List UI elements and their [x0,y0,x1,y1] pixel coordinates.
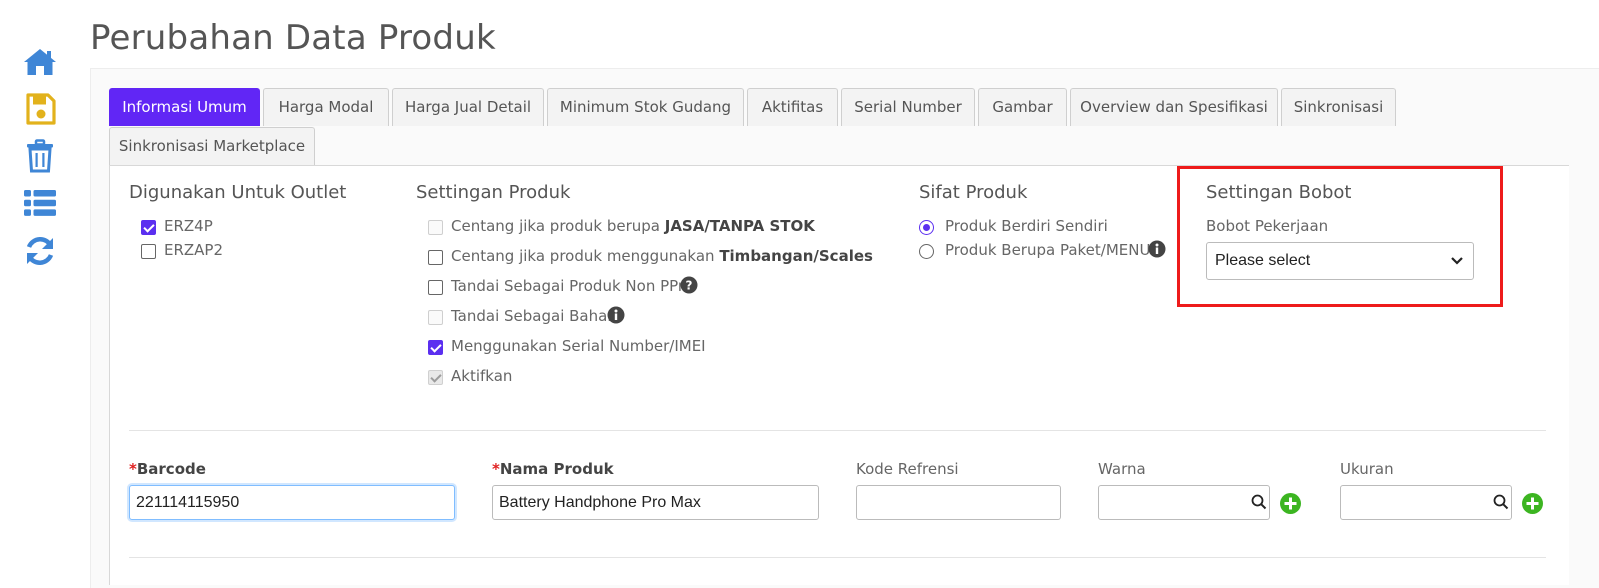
tab-harga-modal[interactable]: Harga Modal [263,88,389,126]
barcode-input[interactable]: 221114115950 [129,485,455,520]
jasa-label: Centang jika produk berupa JASA/TANPA ST… [451,217,815,235]
tab-sinkronisasi-marketplace[interactable]: Sinkronisasi Marketplace [109,127,315,165]
add-warna-plus-icon[interactable] [1280,493,1301,514]
bobot-section-title: Settingan Bobot [1206,182,1352,203]
paket-menu-radio[interactable] [919,244,934,259]
tab-overview-dan-spesifikasi[interactable]: Overview dan Spesifikasi [1070,88,1278,126]
berdiri-sendiri-label: Produk Berdiri Sendiri [945,217,1108,235]
tab-harga-jual-detail[interactable]: Harga Jual Detail [392,88,544,126]
bahan-label: Tandai Sebagai Bahan [451,307,617,325]
jasa-checkbox[interactable] [428,220,443,235]
tab-sinkronisasi[interactable]: Sinkronisasi [1281,88,1396,126]
outlet-erz4p-label: ERZ4P [164,217,213,235]
outlet-erzap2-checkbox[interactable] [141,244,156,259]
paket-menu-label: Produk Berupa Paket/MENU [945,241,1151,259]
bobot-pekerjaan-label: Bobot Pekerjaan [1206,217,1329,235]
add-ukuran-plus-icon[interactable] [1522,493,1543,514]
timbangan-label: Centang jika produk menggunakan Timbanga… [451,247,873,265]
refresh-icon[interactable] [22,234,58,268]
search-icon[interactable] [1251,494,1267,510]
serial-number-label: Menggunakan Serial Number/IMEI [451,337,706,355]
settings-section-title: Settingan Produk [416,182,571,203]
berdiri-sendiri-radio[interactable] [919,220,934,235]
non-ppn-label: Tandai Sebagai Produk Non PPn [451,277,688,295]
bobot-pekerjaan-select[interactable]: Please select [1206,242,1474,280]
section-divider [129,557,1546,558]
timbangan-checkbox[interactable] [428,250,443,265]
page-title: Perubahan Data Produk [90,18,496,58]
outlet-section-title: Digunakan Untuk Outlet [129,182,347,203]
tab-minimum-stok-gudang[interactable]: Minimum Stok Gudang [547,88,744,126]
nama-produk-input[interactable]: Battery Handphone Pro Max [492,485,819,520]
sifat-section-title: Sifat Produk [919,182,1028,203]
bahan-checkbox[interactable] [428,310,443,325]
tab-bar: Informasi Umum Harga Modal Harga Jual De… [109,88,1569,166]
aktifkan-checkbox[interactable] [428,370,443,385]
section-divider [129,430,1546,431]
question-circle-icon[interactable]: ? [680,276,698,294]
svg-text:?: ? [686,279,693,293]
ukuran-input[interactable] [1340,485,1512,520]
nama-produk-label: *Nama Produk [492,460,614,478]
kode-refrensi-input[interactable] [856,485,1061,520]
aktifkan-label: Aktifkan [451,367,513,385]
ukuran-label: Ukuran [1340,460,1394,478]
outlet-erzap2-label: ERZAP2 [164,241,224,259]
serial-number-checkbox[interactable] [428,340,443,355]
save-icon[interactable] [22,92,58,126]
barcode-label: *Barcode [129,460,206,478]
kode-refrensi-label: Kode Refrensi [856,460,959,478]
info-circle-icon[interactable] [1148,240,1166,258]
info-circle-icon[interactable] [607,306,625,324]
warna-input[interactable] [1098,485,1270,520]
tab-gambar[interactable]: Gambar [978,88,1067,126]
outlet-erz4p-checkbox[interactable] [141,220,156,235]
search-icon[interactable] [1493,494,1509,510]
tab-serial-number[interactable]: Serial Number [841,88,975,126]
bobot-selected-value: Please select [1215,252,1311,269]
trash-icon[interactable] [22,139,58,173]
non-ppn-checkbox[interactable] [428,280,443,295]
tab-informasi-umum[interactable]: Informasi Umum [109,88,260,126]
warna-label: Warna [1098,460,1146,478]
chevron-down-icon [1451,257,1463,265]
list-icon[interactable] [22,186,58,220]
tab-aktifitas[interactable]: Aktifitas [747,88,838,126]
home-icon[interactable] [22,45,58,79]
